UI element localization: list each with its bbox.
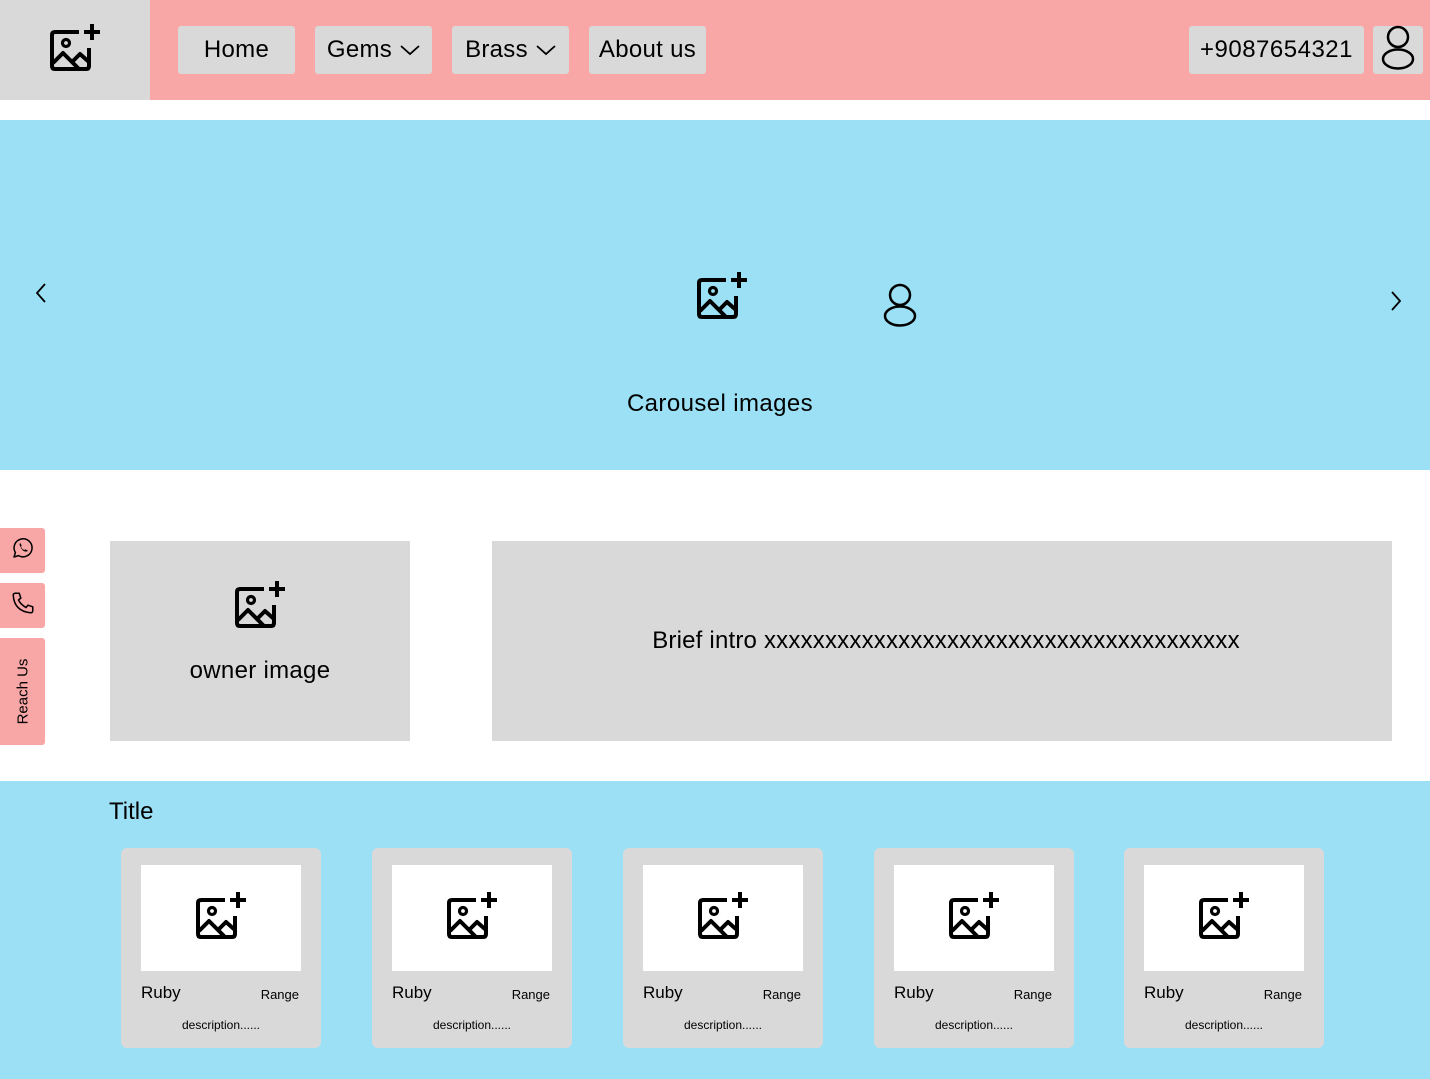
- profile-button[interactable]: [1373, 24, 1423, 77]
- user-icon: [1380, 24, 1416, 77]
- section-title: Title: [109, 798, 154, 825]
- product-description: description......: [1184, 1018, 1264, 1032]
- product-range: Range: [762, 987, 801, 1002]
- product-card[interactable]: Ruby Range description......: [623, 848, 823, 1048]
- add-image-icon: [696, 270, 748, 327]
- product-card[interactable]: Ruby Range description......: [874, 848, 1074, 1048]
- add-image-icon: [234, 579, 286, 636]
- product-image: [141, 865, 301, 971]
- product-name: Ruby: [141, 983, 181, 1002]
- carousel-caption: Carousel images: [626, 390, 814, 417]
- nav-brass[interactable]: Brass: [452, 26, 569, 74]
- owner-image: owner image: [110, 541, 410, 741]
- product-image: [894, 865, 1054, 971]
- product-description: description......: [432, 1018, 512, 1032]
- product-name: Ruby: [392, 983, 432, 1002]
- add-image-icon: [1198, 890, 1250, 947]
- carousel-prev-button[interactable]: [26, 280, 56, 310]
- nav-home-label: Home: [203, 36, 270, 63]
- brief-intro-text: Brief intro xxxxxxxxxxxxxxxxxxxxxxxxxxxx…: [652, 627, 1240, 654]
- product-image: [1144, 865, 1304, 971]
- phone-number: +9087654321: [1200, 36, 1353, 63]
- product-card[interactable]: Ruby Range description......: [372, 848, 572, 1048]
- product-card[interactable]: Ruby Range description......: [121, 848, 321, 1048]
- product-description: description......: [934, 1018, 1014, 1032]
- add-image-icon: [446, 890, 498, 947]
- phone-icon: [10, 590, 36, 621]
- chevron-right-icon: [1389, 290, 1403, 317]
- owner-image-caption: owner image: [189, 657, 331, 684]
- nav-gems-label: Gems: [326, 36, 393, 63]
- whatsapp-button[interactable]: [0, 528, 45, 573]
- product-name: Ruby: [894, 983, 934, 1002]
- chevron-left-icon: [34, 282, 48, 309]
- product-card[interactable]: Ruby Range description......: [1124, 848, 1324, 1048]
- add-image-icon: [948, 890, 1000, 947]
- nav-about-us[interactable]: About us: [589, 26, 706, 74]
- whatsapp-icon: [11, 536, 35, 565]
- reach-us-label: Reach Us: [14, 658, 32, 725]
- nav-gems[interactable]: Gems: [315, 26, 432, 74]
- nav-brass-label: Brass: [465, 36, 528, 63]
- nav-home[interactable]: Home: [178, 26, 295, 74]
- call-button[interactable]: [0, 583, 45, 628]
- phone-number-button[interactable]: +9087654321: [1189, 26, 1364, 74]
- chevron-down-icon: [400, 44, 420, 56]
- product-name: Ruby: [643, 983, 683, 1002]
- user-icon: [882, 282, 918, 335]
- product-range: Range: [1013, 987, 1052, 1002]
- logo[interactable]: [0, 0, 150, 100]
- product-range: Range: [260, 987, 299, 1002]
- add-image-icon: [49, 22, 101, 79]
- product-range: Range: [1263, 987, 1302, 1002]
- product-description: description......: [181, 1018, 261, 1032]
- add-image-icon: [195, 890, 247, 947]
- product-name: Ruby: [1144, 983, 1184, 1002]
- product-description: description......: [683, 1018, 763, 1032]
- product-range: Range: [511, 987, 550, 1002]
- reach-us-tab[interactable]: Reach Us: [0, 638, 45, 745]
- product-image: [392, 865, 552, 971]
- add-image-icon: [697, 890, 749, 947]
- product-image: [643, 865, 803, 971]
- carousel-next-button[interactable]: [1381, 288, 1411, 318]
- chevron-down-icon: [536, 44, 556, 56]
- brief-intro: Brief intro xxxxxxxxxxxxxxxxxxxxxxxxxxxx…: [492, 541, 1392, 741]
- nav-about-label: About us: [598, 36, 697, 63]
